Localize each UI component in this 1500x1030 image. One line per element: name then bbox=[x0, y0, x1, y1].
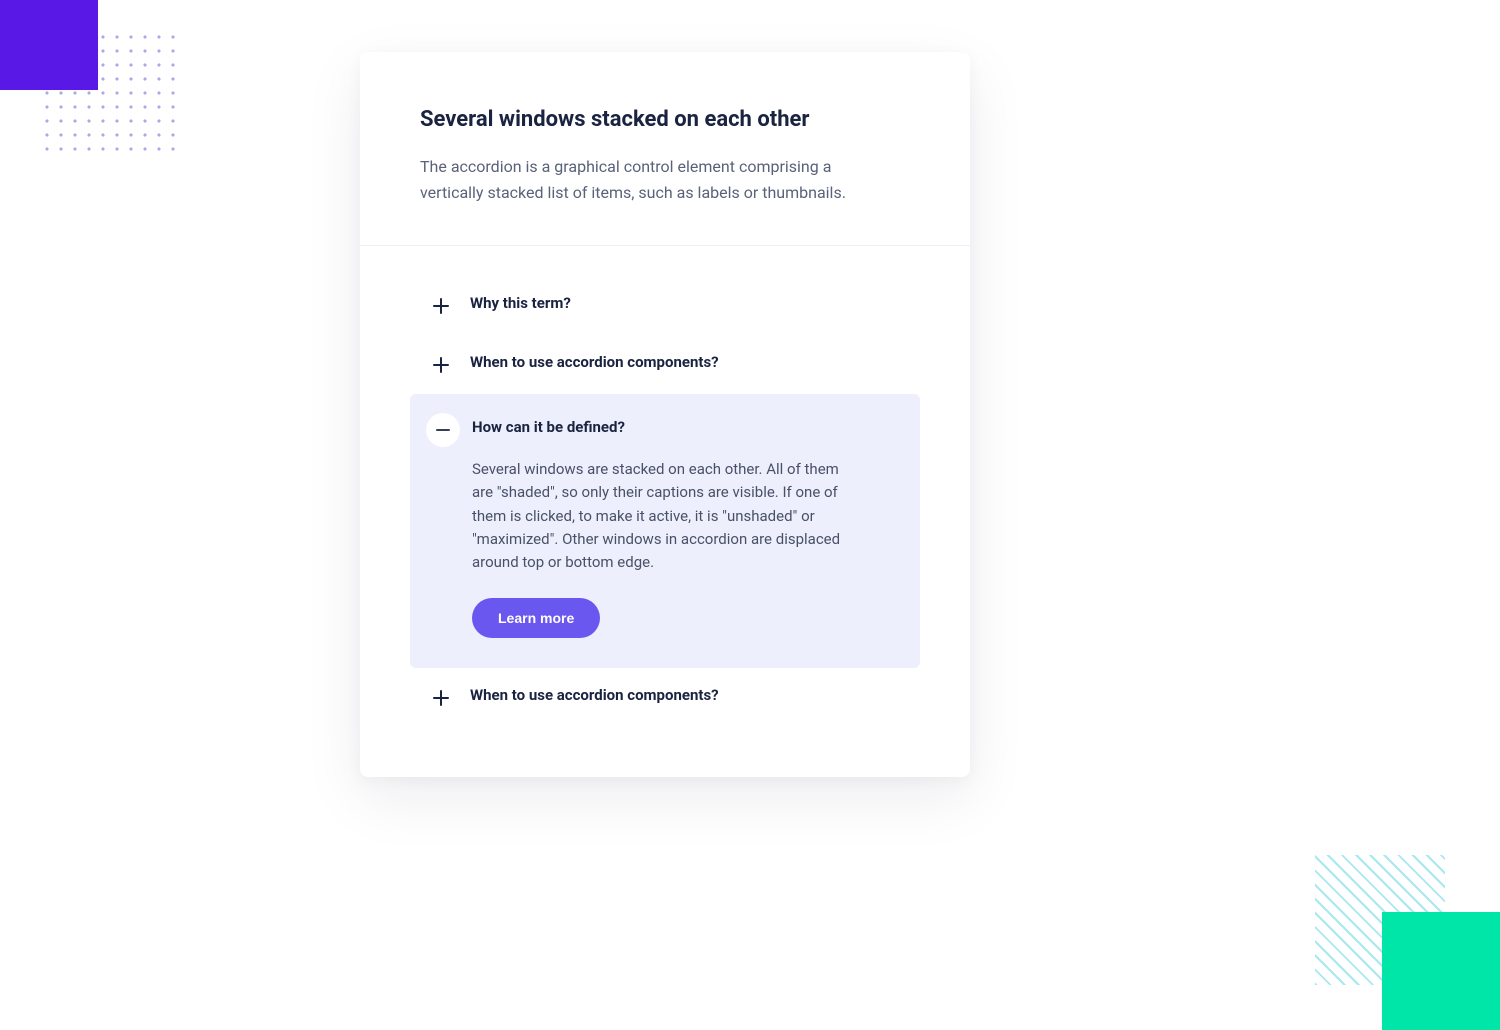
accordion-card: Several windows stacked on each other Th… bbox=[360, 52, 970, 777]
decorative-teal-square bbox=[1382, 912, 1500, 1030]
plus-icon bbox=[430, 295, 452, 317]
accordion-item-title: When to use accordion components? bbox=[470, 686, 900, 704]
learn-more-button[interactable]: Learn more bbox=[472, 598, 600, 638]
accordion-item-why-this-term[interactable]: Why this term? bbox=[420, 276, 910, 335]
card-title: Several windows stacked on each other bbox=[420, 107, 910, 132]
accordion-item-when-to-use-2[interactable]: When to use accordion components? bbox=[420, 668, 910, 727]
minus-icon bbox=[426, 413, 460, 447]
plus-icon bbox=[430, 354, 452, 376]
decorative-purple-square bbox=[0, 0, 98, 90]
accordion-item-title: Why this term? bbox=[470, 294, 900, 312]
accordion-item-title: How can it be defined? bbox=[472, 418, 900, 436]
accordion-item-defined[interactable]: How can it be defined? Several windows a… bbox=[410, 394, 920, 668]
accordion-item-body: Several windows are stacked on each othe… bbox=[472, 458, 852, 574]
card-description: The accordion is a graphical control ele… bbox=[420, 154, 860, 205]
card-header: Several windows stacked on each other Th… bbox=[360, 52, 970, 246]
plus-icon bbox=[430, 687, 452, 709]
accordion-item-title: When to use accordion components? bbox=[470, 353, 900, 371]
accordion-list: Why this term? When to use accordion com… bbox=[360, 246, 970, 727]
accordion-item-when-to-use[interactable]: When to use accordion components? bbox=[420, 335, 910, 394]
